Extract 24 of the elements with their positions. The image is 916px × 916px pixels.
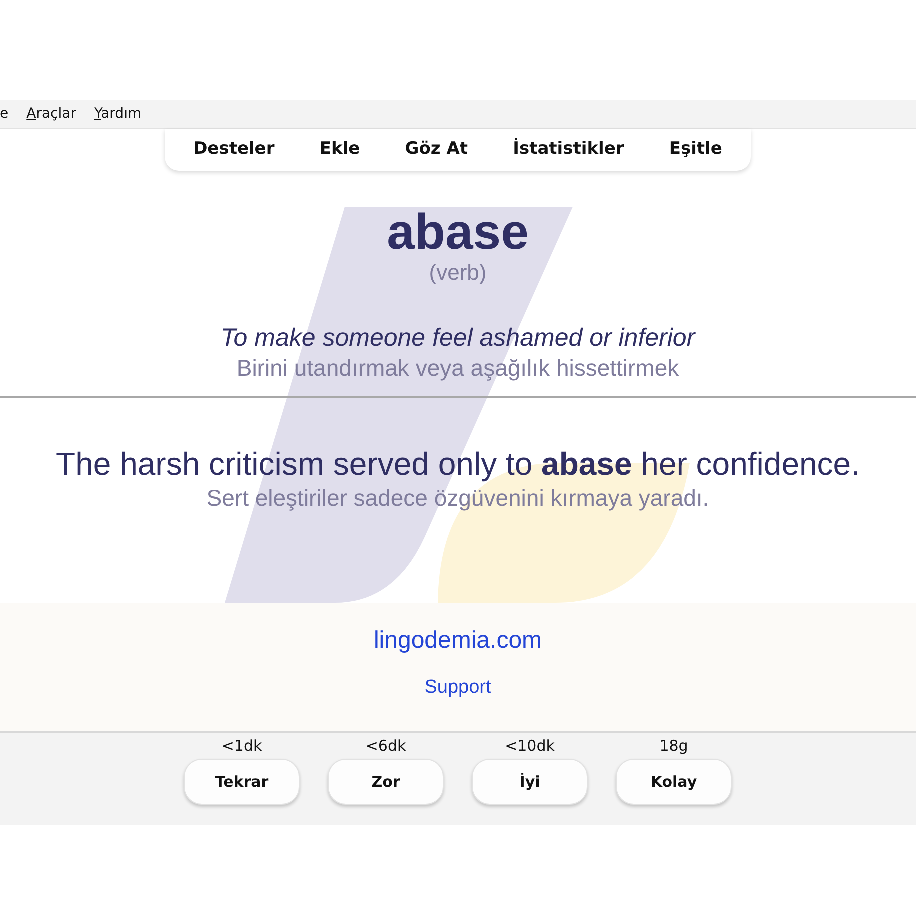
definition-translation: Birini utandırmak veya aşağılık hissettirmek <box>236 355 680 382</box>
menu-item[interactable]: Araçlar <box>26 106 76 122</box>
menu-item[interactable]: Yardım <box>94 106 142 122</box>
toolbar-button[interactable]: Ekle <box>314 135 366 163</box>
support-link[interactable]: Support <box>424 677 492 699</box>
toolbar-button[interactable]: Eşitle <box>663 135 728 163</box>
interval-label: 18g <box>660 737 688 755</box>
menu-item[interactable]: e <box>0 106 9 122</box>
interval-label: <1dk <box>222 737 262 755</box>
toolbar-button[interactable]: Göz At <box>399 135 474 163</box>
interval-label: <6dk <box>366 737 406 755</box>
answer-button[interactable]: Tekrar <box>184 759 300 805</box>
card-word: abase <box>387 205 529 260</box>
definition-text: To make someone feel ashamed or inferior <box>220 324 696 353</box>
toolbar-button[interactable]: Desteler <box>188 135 281 163</box>
example-sentence: The harsh criticism served only to abase her confidence. <box>56 446 860 483</box>
website-link[interactable]: lingodemia.com <box>374 627 542 655</box>
example-translation: Sert eleştiriler sadece özgüvenini kırmaya yaradı. <box>206 485 710 512</box>
answer-button[interactable]: Zor <box>328 759 444 805</box>
part-of-speech: (verb) <box>429 260 487 286</box>
interval-label: <10dk <box>505 737 555 755</box>
answer-button[interactable]: Kolay <box>616 759 732 805</box>
toolbar-button[interactable]: İstatistikler <box>507 135 630 163</box>
answer-button[interactable]: İyi <box>472 759 588 805</box>
